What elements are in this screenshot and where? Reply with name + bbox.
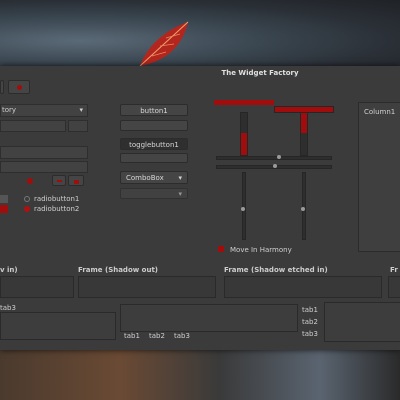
frame-shadow-out-title: Frame (Shadow out) [78,266,158,274]
notebook-left-pane [0,312,116,340]
text-entry[interactable] [0,161,88,173]
column1-header[interactable]: Column1 [364,108,395,116]
slider-knob[interactable] [277,155,281,159]
checkbox-partial[interactable] [0,195,8,203]
spin-plus-button[interactable] [68,175,84,186]
vertical-slider-2[interactable] [300,112,308,156]
tab2-bottom[interactable]: tab2 [149,332,165,340]
frame-partial-title: Fr [390,266,398,274]
tab3-bottom[interactable]: tab3 [174,332,190,340]
radio-button-1[interactable] [24,196,30,202]
entry-field[interactable] [0,120,66,132]
tab3-left[interactable]: tab3 [0,304,16,312]
record-icon [17,85,22,90]
chevron-down-icon: ▾ [178,190,182,198]
frame-shadow-out [78,276,216,298]
chevron-down-icon: ▾ [79,106,83,114]
vertical-slider-1[interactable] [240,112,248,156]
button2-disabled[interactable] [120,120,188,131]
combobox[interactable]: ComboBox ▾ [120,171,188,184]
combo-entry[interactable]: tory ▾ [0,104,88,117]
harmony-checkbox[interactable] [218,246,224,252]
combobox-label: ComboBox [126,174,164,182]
horizontal-slider-2[interactable] [216,164,332,169]
checkbox-checked-partial[interactable] [0,205,8,213]
desktop-wallpaper [0,0,400,68]
tab1-bottom[interactable]: tab1 [124,332,140,340]
spin-minus-button[interactable] [52,175,66,186]
entry-field-small[interactable] [68,120,88,132]
header-record-button[interactable] [8,80,30,94]
desktop-wallpaper-bottom [0,346,400,400]
toggle-button-2[interactable] [120,153,188,163]
progress-bar-top [214,100,274,105]
slider-knob[interactable] [301,207,305,211]
tab2-right[interactable]: tab2 [302,318,318,326]
tab3-right[interactable]: tab3 [302,330,318,338]
combobox-disabled[interactable]: ▾ [120,188,188,199]
horizontal-slider-1[interactable] [216,155,332,160]
tab1-right[interactable]: tab1 [302,306,318,314]
vertical-slider-2-fill [301,113,307,133]
vertical-scale-2[interactable] [301,172,306,240]
frame-shadow-etched-in [224,276,382,298]
spin-indicator [27,178,33,184]
button1[interactable]: button1 [120,104,188,116]
radio-label-2: radiobutton2 [34,205,80,213]
widget-factory-window: The Widget Factory tory ▾ radiobutton1 r… [0,66,400,350]
radio-button-2[interactable] [24,206,30,212]
window-title: The Widget Factory [221,69,299,77]
search-entry[interactable] [0,146,88,159]
header-button-partial[interactable] [0,80,4,94]
notebook-right-pane [324,302,400,342]
slider-knob[interactable] [241,207,245,211]
togglebutton1[interactable]: togglebutton1 [120,138,188,150]
vertical-slider-1-fill [241,133,247,155]
tree-view[interactable]: Column1 [358,102,400,252]
harmony-label: Move In Harmony [230,246,292,254]
minus-icon [57,180,62,182]
plus-icon [74,180,79,184]
frame-partial [388,276,400,298]
frame-shadow-in-title: v in) [0,266,18,274]
notebook-bottom-pane [120,304,298,332]
chevron-down-icon: ▾ [178,174,182,182]
combo-entry-text: tory [2,106,17,114]
radio-label-1: radiobutton1 [34,195,80,203]
frame-shadow-in [0,276,74,298]
vertical-scale-1[interactable] [241,172,246,240]
frame-shadow-etched-in-title: Frame (Shadow etched in) [224,266,328,274]
slider-knob[interactable] [273,164,277,168]
leaf-graphic [139,21,189,67]
